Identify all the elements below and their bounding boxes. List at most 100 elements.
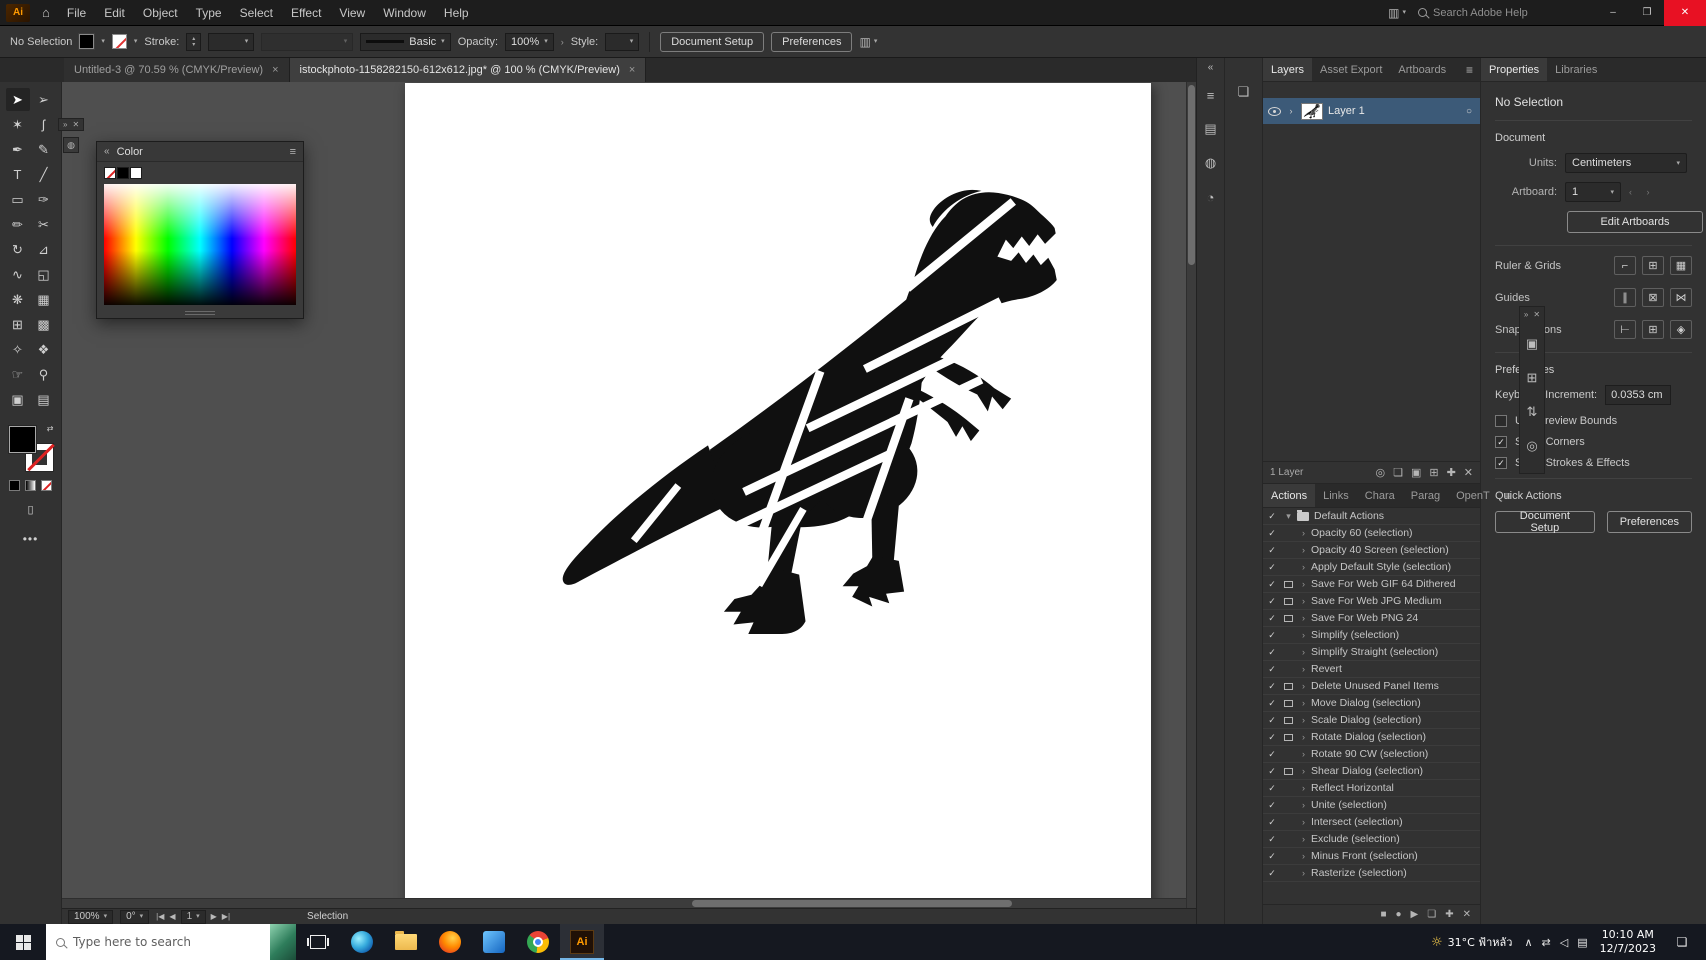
tool-shaper[interactable]: ✏ bbox=[6, 213, 30, 236]
delete-layer-icon[interactable]: ✕ bbox=[1464, 466, 1473, 479]
horizontal-scrollbar[interactable] bbox=[62, 898, 1186, 908]
checkbox-icon[interactable]: ✓ bbox=[1495, 457, 1507, 469]
new-action-icon[interactable]: ✚ bbox=[1445, 909, 1453, 920]
action-expand-icon[interactable]: › bbox=[1296, 528, 1311, 538]
color-mode-icon[interactable] bbox=[9, 480, 20, 491]
close-panel-icon[interactable]: ✕ bbox=[1533, 310, 1540, 319]
action-check-icon[interactable]: ✓ bbox=[1263, 698, 1281, 709]
chrome-app-icon[interactable] bbox=[516, 924, 560, 960]
snap-to-grid-icon[interactable]: ⊞ bbox=[1642, 320, 1664, 339]
help-search-input[interactable]: Search Adobe Help bbox=[1418, 7, 1578, 19]
action-check-icon[interactable]: ✓ bbox=[1263, 800, 1281, 811]
action-row-rotate-90-cw-selection[interactable]: ✓›Rotate 90 CW (selection) bbox=[1263, 746, 1480, 763]
keyboard-layout-icon[interactable]: ▤ bbox=[1577, 936, 1587, 949]
menu-view[interactable]: View bbox=[330, 2, 374, 24]
action-row-delete-unused-panel-items[interactable]: ✓›Delete Unused Panel Items bbox=[1263, 678, 1480, 695]
stroke-weight-stepper[interactable]: ▴▾ bbox=[186, 33, 201, 51]
blue-app-icon[interactable] bbox=[472, 924, 516, 960]
tab-close-icon[interactable]: × bbox=[629, 64, 635, 76]
action-expand-icon[interactable]: › bbox=[1296, 732, 1311, 742]
quick-action-preferences[interactable]: Preferences bbox=[1607, 511, 1692, 533]
action-expand-icon[interactable]: › bbox=[1296, 834, 1311, 844]
panel-menu-icon[interactable]: ≡ bbox=[1201, 85, 1221, 105]
action-check-icon[interactable]: ✓ bbox=[1263, 613, 1281, 624]
layer-name[interactable]: Layer 1 bbox=[1328, 105, 1365, 117]
tool-slice[interactable]: ▤ bbox=[32, 388, 56, 411]
action-dialog-toggle[interactable] bbox=[1281, 734, 1296, 741]
grid-icon[interactable]: ⊞ bbox=[1642, 256, 1664, 275]
tool-free-transform[interactable]: ◱ bbox=[32, 263, 56, 286]
action-check-icon[interactable]: ✓ bbox=[1263, 511, 1281, 522]
action-expand-icon[interactable]: › bbox=[1296, 715, 1311, 725]
prev-artboard-icon[interactable]: ◀ bbox=[169, 912, 175, 921]
tab-opent[interactable]: OpenT bbox=[1448, 484, 1498, 507]
delete-action-icon[interactable]: ✕ bbox=[1463, 909, 1471, 920]
action-row-apply-default-style-selection[interactable]: ✓›Apply Default Style (selection) bbox=[1263, 559, 1480, 576]
action-expand-icon[interactable]: › bbox=[1296, 579, 1311, 589]
tool-rectangle[interactable]: ▭ bbox=[6, 188, 30, 211]
artboard-dropdown[interactable]: 1 ▾ bbox=[1565, 182, 1621, 202]
collapse-dock-icon[interactable]: « bbox=[1201, 61, 1221, 73]
close-button[interactable]: ✕ bbox=[1664, 0, 1706, 26]
layer-thumbnail[interactable] bbox=[1301, 103, 1323, 120]
opacity-options-chevron[interactable]: › bbox=[561, 37, 564, 47]
locate-object-icon[interactable]: ◎ bbox=[1375, 466, 1385, 479]
action-row-opacity-60-selection[interactable]: ✓›Opacity 60 (selection) bbox=[1263, 525, 1480, 542]
panel-group-expand-icon[interactable]: » bbox=[63, 120, 67, 129]
screen-mode-icon[interactable]: ▯ bbox=[27, 503, 33, 516]
minimize-button[interactable]: – bbox=[1596, 0, 1630, 26]
action-row-move-dialog-selection[interactable]: ✓›Move Dialog (selection) bbox=[1263, 695, 1480, 712]
tool-rotate[interactable]: ↻ bbox=[6, 238, 30, 261]
action-row-exclude-selection[interactable]: ✓›Exclude (selection) bbox=[1263, 831, 1480, 848]
action-dialog-toggle[interactable] bbox=[1281, 683, 1296, 690]
tool-lasso[interactable]: ʃ bbox=[32, 113, 56, 136]
checkbox-icon[interactable] bbox=[1495, 415, 1507, 427]
task-view-button[interactable] bbox=[296, 924, 340, 960]
trex-artwork[interactable] bbox=[549, 187, 1079, 657]
next-artboard-icon[interactable]: ▶ bbox=[211, 912, 217, 921]
action-row-shear-dialog-selection[interactable]: ✓›Shear Dialog (selection) bbox=[1263, 763, 1480, 780]
action-dialog-toggle[interactable] bbox=[1281, 700, 1296, 707]
show-guides-icon[interactable]: ∥ bbox=[1614, 288, 1636, 307]
tool-column-graph[interactable]: ▦ bbox=[32, 288, 56, 311]
black-swatch[interactable] bbox=[117, 167, 129, 179]
action-dialog-toggle[interactable] bbox=[1281, 581, 1296, 588]
volume-icon[interactable]: ◁ bbox=[1560, 936, 1568, 949]
color-spectrum[interactable] bbox=[104, 184, 296, 305]
action-row-unite-selection[interactable]: ✓›Unite (selection) bbox=[1263, 797, 1480, 814]
tab-parag[interactable]: Parag bbox=[1403, 484, 1448, 507]
color-panel-header[interactable]: « Color ≡ bbox=[97, 142, 303, 162]
first-artboard-icon[interactable]: |◀ bbox=[156, 912, 164, 921]
action-expand-icon[interactable]: › bbox=[1296, 800, 1311, 810]
action-row-scale-dialog-selection[interactable]: ✓›Scale Dialog (selection) bbox=[1263, 712, 1480, 729]
snap-to-glyph-icon[interactable]: ◈ bbox=[1670, 320, 1692, 339]
symbols-panel-icon[interactable]: ◔ bbox=[1201, 187, 1221, 207]
color-panel-tab-icon[interactable]: ◍ bbox=[63, 137, 79, 153]
menu-effect[interactable]: Effect bbox=[282, 2, 330, 24]
menu-select[interactable]: Select bbox=[231, 2, 282, 24]
lock-guides-icon[interactable]: ⊠ bbox=[1642, 288, 1664, 307]
network-status-icon[interactable]: ⇄ bbox=[1542, 936, 1551, 949]
home-icon[interactable]: ⌂ bbox=[34, 5, 58, 20]
action-check-icon[interactable]: ✓ bbox=[1263, 766, 1281, 777]
tool-pen[interactable]: ✒ bbox=[6, 138, 30, 161]
edit-artboards-button[interactable]: Edit Artboards bbox=[1567, 211, 1703, 233]
tool-zoom[interactable]: ⚲ bbox=[32, 363, 56, 386]
action-check-icon[interactable]: ✓ bbox=[1263, 732, 1281, 743]
pin-panel-icon[interactable]: ◎ bbox=[1522, 436, 1542, 456]
panel-resize-grip[interactable] bbox=[185, 311, 215, 315]
action-check-icon[interactable]: ✓ bbox=[1263, 630, 1281, 641]
visibility-eye-icon[interactable] bbox=[1268, 107, 1281, 116]
vertical-scrollbar[interactable] bbox=[1186, 82, 1196, 908]
stepper-down-icon[interactable]: ▾ bbox=[192, 42, 195, 48]
start-button[interactable] bbox=[0, 924, 46, 960]
tool-eyedropper[interactable]: ✧ bbox=[6, 338, 30, 361]
edit-toolbar-icon[interactable]: ••• bbox=[23, 532, 39, 546]
action-dialog-toggle[interactable] bbox=[1281, 717, 1296, 724]
tab-properties[interactable]: Properties bbox=[1481, 58, 1547, 81]
tool-blend[interactable]: ❖ bbox=[32, 338, 56, 361]
white-swatch[interactable] bbox=[130, 167, 142, 179]
stop-icon[interactable]: ■ bbox=[1380, 909, 1386, 920]
transform-panel-icon[interactable]: ⇅ bbox=[1522, 402, 1542, 422]
color-guide-panel-icon[interactable]: ◍ bbox=[1201, 153, 1221, 173]
